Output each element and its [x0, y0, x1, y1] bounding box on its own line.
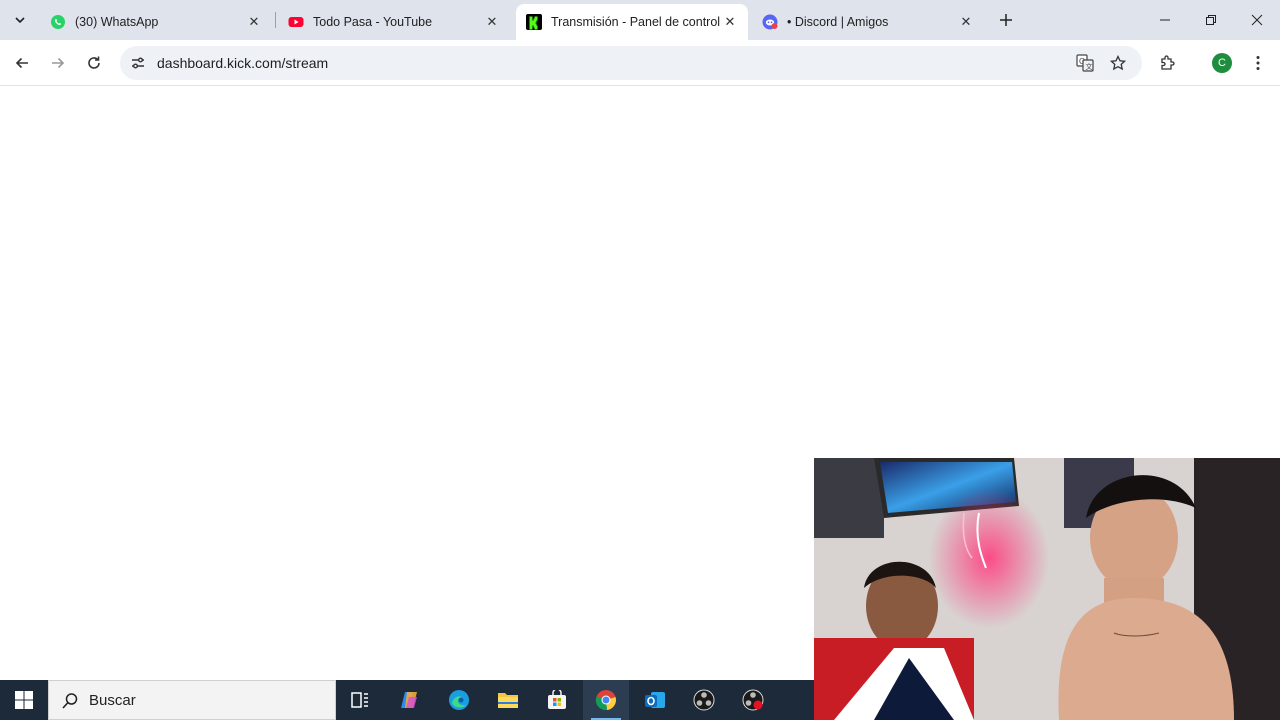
obs-icon: [693, 689, 715, 711]
webcam-overlay: [814, 458, 1280, 720]
task-view-icon: [351, 692, 368, 708]
plus-icon: [1000, 14, 1012, 26]
tab-youtube[interactable]: Todo Pasa - YouTube ✕: [278, 4, 510, 40]
chrome-button[interactable]: [583, 680, 629, 720]
extensions-button[interactable]: [1154, 49, 1182, 77]
minimize-button[interactable]: [1142, 0, 1188, 40]
svg-text:文: 文: [1086, 62, 1093, 71]
forward-button[interactable]: [44, 49, 72, 77]
back-button[interactable]: [8, 49, 36, 77]
obs-recording-icon: [742, 689, 764, 711]
obs-button[interactable]: [681, 680, 727, 720]
close-icon: [1251, 14, 1263, 26]
outlook-icon: [645, 692, 665, 708]
copilot-button[interactable]: [387, 680, 433, 720]
edge-button[interactable]: [436, 680, 482, 720]
chevron-down-icon: [15, 17, 25, 24]
restore-icon: [1206, 15, 1216, 25]
site-info-button[interactable]: [126, 51, 150, 75]
reload-icon: [88, 56, 100, 69]
address-bar[interactable]: dashboard.kick.com/stream G文: [120, 46, 1142, 80]
reload-button[interactable]: [80, 49, 108, 77]
search-placeholder: Buscar: [89, 692, 136, 709]
outlook-button[interactable]: [632, 680, 678, 720]
translate-button[interactable]: G文: [1073, 51, 1097, 75]
file-explorer-icon: [498, 693, 518, 708]
arrow-right-icon: [52, 57, 65, 69]
obs-recording-button[interactable]: [730, 680, 776, 720]
chrome-icon: [595, 690, 616, 711]
edge-icon: [449, 690, 469, 710]
tune-icon: [132, 57, 144, 69]
youtube-icon: [288, 14, 304, 30]
browser-toolbar: dashboard.kick.com/stream G文: [0, 40, 1280, 114]
microsoft-store-icon: [548, 690, 566, 709]
kick-icon: [526, 14, 542, 30]
new-tab-button[interactable]: [994, 8, 1018, 32]
microsoft-store-button[interactable]: [534, 680, 580, 720]
start-button[interactable]: [0, 680, 48, 720]
taskbar-search[interactable]: Buscar: [48, 680, 336, 720]
bookmark-button[interactable]: [1106, 51, 1130, 75]
webcam-feed-image: [814, 458, 1280, 720]
minimize-icon: [1160, 19, 1170, 21]
close-icon[interactable]: ✕: [246, 14, 262, 30]
close-icon[interactable]: ✕: [484, 14, 500, 30]
close-icon[interactable]: ✕: [958, 14, 974, 30]
tab-divider: [275, 12, 276, 28]
discord-icon: [762, 14, 778, 30]
star-icon: [1110, 55, 1126, 71]
profile-avatar[interactable]: C: [1212, 53, 1232, 73]
tab-strip: (30) WhatsApp ✕ Todo Pasa - YouTube ✕ Tr…: [0, 0, 1280, 40]
arrow-left-icon: [15, 57, 28, 69]
whatsapp-icon: [50, 14, 66, 30]
task-view-button[interactable]: [337, 680, 383, 720]
close-icon[interactable]: ✕: [722, 14, 738, 30]
tab-whatsapp[interactable]: (30) WhatsApp ✕: [40, 4, 272, 40]
tab-title: Transmisión - Panel de control de: [551, 15, 722, 29]
more-vertical-icon: [1256, 56, 1260, 70]
puzzle-icon: [1161, 55, 1175, 70]
tab-title: Todo Pasa - YouTube: [313, 15, 433, 29]
windows-logo-icon: [15, 691, 33, 709]
tab-discord[interactable]: • Discord | Amigos ✕: [752, 4, 984, 40]
translate-icon: G文: [1076, 54, 1094, 72]
windows-taskbar: Buscar: [0, 680, 814, 720]
tab-kick-dashboard[interactable]: Transmisión - Panel de control de ✕: [516, 4, 748, 40]
copilot-icon: [401, 692, 417, 708]
file-explorer-button[interactable]: [485, 680, 531, 720]
url-text: dashboard.kick.com/stream: [157, 55, 329, 71]
tab-title: • Discord | Amigos: [787, 15, 889, 29]
search-icon: [62, 693, 78, 709]
tab-title: (30) WhatsApp: [75, 15, 159, 29]
tab-search-button[interactable]: [8, 8, 32, 32]
close-window-button[interactable]: [1234, 0, 1280, 40]
browser-menu-button[interactable]: [1244, 49, 1272, 77]
restore-button[interactable]: [1188, 0, 1234, 40]
